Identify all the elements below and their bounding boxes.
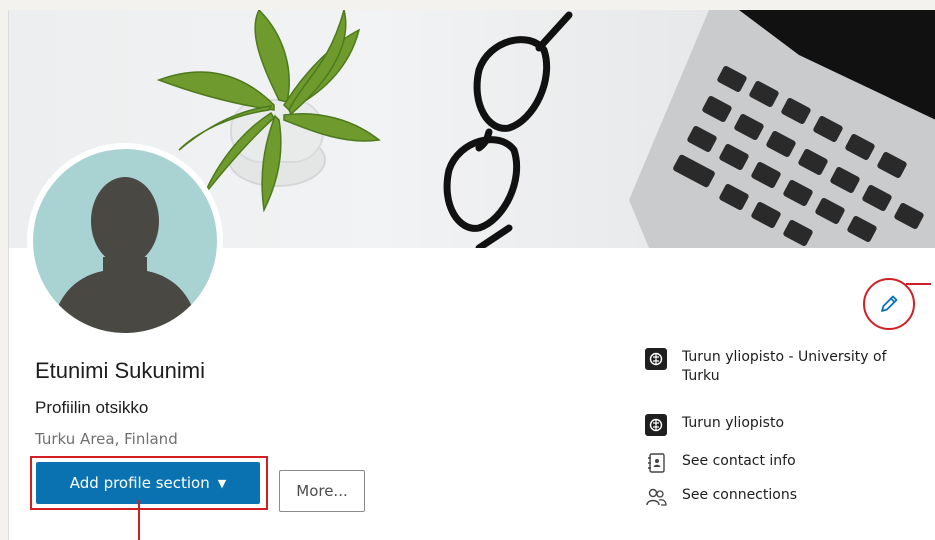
edit-intro-button[interactable]: [863, 278, 915, 330]
university-logo-icon: [645, 414, 667, 436]
profile-name: Etunimi Sukunimi: [35, 358, 205, 383]
pencil-icon: [881, 295, 898, 312]
annotation-callout-line: [906, 283, 931, 285]
contact-card-icon: [648, 453, 665, 473]
university-logo-icon: [645, 348, 667, 370]
sidebar-item-contact-info[interactable]: See contact info: [645, 452, 796, 474]
sidebar-item-label: Turun yliopisto: [682, 415, 785, 431]
annotation-callout-line: [138, 500, 140, 540]
add-profile-section-label: Add profile section: [69, 474, 210, 492]
sidebar-item-university[interactable]: Turun yliopisto: [645, 414, 784, 436]
people-icon: [646, 488, 667, 506]
avatar[interactable]: [33, 149, 217, 333]
profile-location: Turku Area, Finland: [35, 430, 178, 448]
sidebar-item-education[interactable]: Turun yliopisto - University of Turku: [645, 348, 912, 386]
profile-headline: Profiilin otsikko: [35, 398, 149, 417]
profile-card: Etunimi Sukunimi Profiilin otsikko Turku…: [8, 10, 935, 540]
caret-down-icon: ▼: [217, 476, 227, 490]
sidebar-item-label: See connections: [682, 487, 797, 503]
default-person-icon: [51, 177, 199, 333]
sidebar-item-connections[interactable]: See connections: [645, 486, 797, 508]
sidebar-item-label: See contact info: [682, 453, 796, 469]
add-profile-section-button[interactable]: Add profile section ▼: [36, 462, 260, 504]
more-button[interactable]: More...: [279, 470, 365, 512]
sidebar-item-label: Turun yliopisto - University of Turku: [682, 349, 887, 384]
